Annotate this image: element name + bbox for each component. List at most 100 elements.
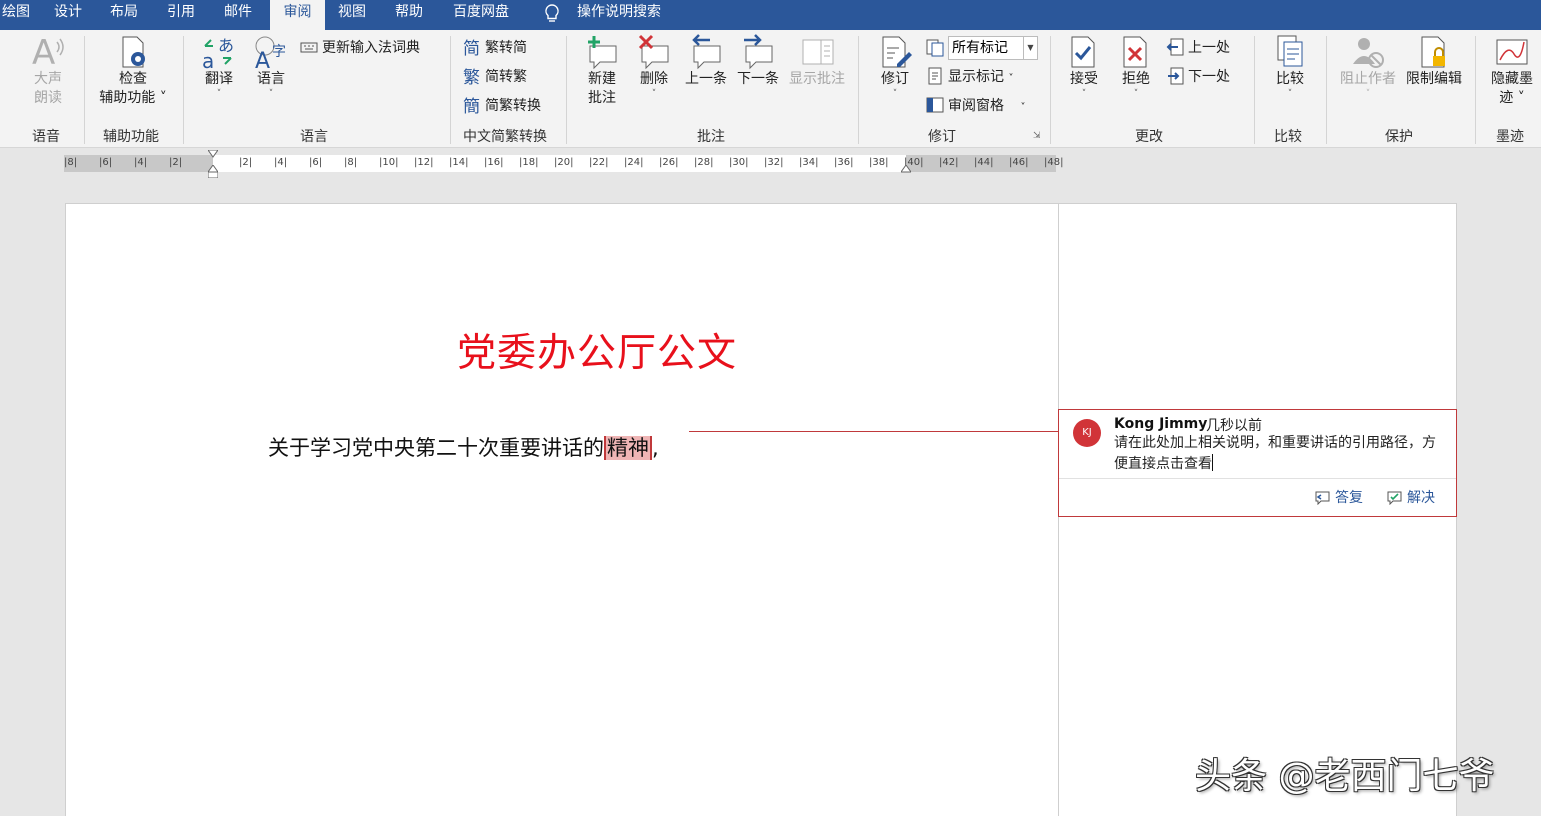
group-label-protect: 保护 <box>1385 129 1413 145</box>
accept-button[interactable]: 接受 ˅ <box>1064 34 1104 99</box>
check-accessibility-label-1: 检查 <box>119 71 147 87</box>
group-label-ink: 墨迹 <box>1496 129 1524 145</box>
comment-balloon[interactable]: KJ Kong Jimmy 几秒以前 请在此处加上相关说明，和重要讲话的引用路径… <box>1058 409 1457 517</box>
group-separator <box>84 36 85 144</box>
new-comment-label-2: 批注 <box>588 90 616 106</box>
comment-text[interactable]: 请在此处加上相关说明，和重要讲话的引用路径，方便直接点击查看 <box>1114 433 1444 475</box>
chevron-down-icon: ▼ <box>1023 37 1037 59</box>
tab-references[interactable]: 引用 <box>165 0 197 30</box>
compare-icon <box>1272 34 1308 70</box>
group-separator <box>1326 36 1327 144</box>
compare-button[interactable]: 比较 ˅ <box>1270 34 1310 99</box>
translate-button[interactable]: aあ 翻译 ˅ <box>198 34 240 99</box>
tab-help[interactable]: 帮助 <box>393 0 425 30</box>
restrict-editing-label: 限制编辑 <box>1406 71 1462 87</box>
ruler-tick-label: |42| <box>939 157 959 168</box>
next-change-icon <box>1166 67 1184 85</box>
show-markup-button[interactable]: 显示标记 ˅ <box>926 66 1013 88</box>
simplified-char-icon: 简 <box>463 38 481 59</box>
ruler-tick-label: |38| <box>869 157 889 168</box>
right-indent-marker[interactable] <box>901 165 911 173</box>
show-markup-label: 显示标记 <box>948 69 1004 85</box>
traditional-char-icon: 繁 <box>463 67 481 88</box>
block-authors-button[interactable]: 阻止作者 ˅ <box>1336 34 1400 99</box>
ruler-tick-label: |44| <box>974 157 994 168</box>
tab-baidu-netdisk[interactable]: 百度网盘 <box>451 0 511 30</box>
track-changes-button[interactable]: 修订 ˅ <box>876 34 914 99</box>
show-comments-button[interactable]: 显示批注 <box>786 34 848 89</box>
tab-layout[interactable]: 布局 <box>108 0 140 30</box>
reply-label: 答复 <box>1335 490 1363 506</box>
resolve-label: 解决 <box>1407 490 1435 506</box>
delete-comment-label: 删除 <box>640 71 668 87</box>
previous-change-icon <box>1166 38 1184 56</box>
tab-draw[interactable]: 绘图 <box>0 0 32 30</box>
convert-chinese-button[interactable]: 簡简繁转换 <box>463 95 541 117</box>
tab-mailings[interactable]: 邮件 <box>222 0 254 30</box>
language-button[interactable]: A字 语言 ˅ <box>251 34 291 99</box>
block-authors-icon <box>1350 34 1386 70</box>
reply-button[interactable]: 答复 <box>1313 487 1363 507</box>
update-ime-dictionary-button[interactable]: 更新输入法词典 <box>300 37 420 59</box>
new-comment-button[interactable]: 新建 批注 <box>581 34 623 108</box>
document-title[interactable]: 党委办公厅公文 <box>457 322 737 378</box>
chevron-down-icon: ˅ <box>1008 73 1014 84</box>
read-aloud-button[interactable]: A 大声 朗读 <box>20 33 76 108</box>
ruler-tick-label: |12| <box>414 157 434 168</box>
track-changes-label: 修订 <box>881 71 909 87</box>
menu-bar: 绘图 设计 布局 引用 邮件 审阅 视图 帮助 百度网盘 操作说明搜索 <box>0 0 1541 30</box>
ruler-tick-label: |32| <box>764 157 784 168</box>
tab-design[interactable]: 设计 <box>52 0 84 30</box>
markup-display-icon <box>926 39 944 57</box>
translate-label: 翻译 <box>205 71 233 87</box>
svg-text:簡: 簡 <box>463 97 480 114</box>
reviewing-pane-button[interactable]: 审阅窗格 ˅ <box>926 95 1025 117</box>
left-indent-marker[interactable] <box>208 172 218 178</box>
resolve-button[interactable]: 解决 <box>1385 487 1435 507</box>
tell-me-search[interactable]: 操作说明搜索 <box>575 0 663 30</box>
reviewing-pane-label: 审阅窗格 <box>948 98 1004 114</box>
check-accessibility-button[interactable]: 检查 辅助功能 ˅ <box>94 34 172 108</box>
first-line-indent-marker[interactable] <box>208 150 218 158</box>
chevron-down-icon: ˅ <box>216 89 222 99</box>
hide-ink-button[interactable]: 隐藏墨 迹 ˅ <box>1486 34 1538 108</box>
document-page[interactable]: 党委办公厅公文 关于学习党中央第二十次重要讲话的 精神, KJ Kong Jimm… <box>65 203 1457 816</box>
next-change-button[interactable]: 下一处 <box>1166 66 1230 88</box>
paragraph-punctuation: , <box>652 436 659 460</box>
delete-comment-icon <box>636 34 672 70</box>
next-comment-button[interactable]: 下一条 <box>735 34 781 89</box>
paragraph-text: 关于学习党中央第二十次重要讲话的 <box>268 436 604 460</box>
display-for-review-value: 所有标记 <box>952 40 1008 56</box>
comment-body: 请在此处加上相关说明，和重要讲话的引用路径，方便直接点击查看 <box>1114 435 1436 472</box>
ruler-tick-label: |30| <box>729 157 749 168</box>
restrict-editing-button[interactable]: 限制编辑 <box>1402 34 1466 89</box>
text-cursor <box>1212 454 1213 471</box>
group-label-tracking: 修订 <box>928 129 956 145</box>
update-ime-dictionary-label: 更新输入法词典 <box>322 40 420 56</box>
ruler-tick-label: |8| <box>344 157 358 168</box>
group-separator <box>1050 36 1051 144</box>
lightbulb-icon <box>545 4 559 22</box>
to-simplified-button[interactable]: 简繁转简 <box>463 37 527 59</box>
comment-connector-line <box>689 431 1059 432</box>
translate-icon: aあ <box>201 34 237 73</box>
group-label-accessibility: 辅助功能 <box>103 129 159 145</box>
delete-comment-button[interactable]: 删除 ˅ <box>633 34 675 99</box>
horizontal-ruler[interactable]: |8| |6| |4| |2| |2| |4| |6| |8| |10| |12| |14| |16|… <box>64 150 1063 178</box>
dialog-launcher-icon[interactable]: ⇲ <box>1033 131 1041 141</box>
chevron-down-icon: ˅ <box>1133 89 1139 99</box>
tab-view[interactable]: 视图 <box>336 0 368 30</box>
comment-divider <box>1059 478 1456 479</box>
reject-button[interactable]: 拒绝 ˅ <box>1116 34 1156 99</box>
chevron-down-icon: ˅ <box>1020 102 1026 113</box>
to-traditional-button[interactable]: 繁简转繁 <box>463 66 527 88</box>
group-label-compare: 比较 <box>1274 129 1302 145</box>
document-paragraph[interactable]: 关于学习党中央第二十次重要讲话的 精神, <box>268 432 659 462</box>
display-for-review-select[interactable]: 所有标记 ▼ <box>948 36 1038 60</box>
svg-text:a: a <box>202 49 214 70</box>
tab-review[interactable]: 审阅 <box>270 0 325 30</box>
hide-ink-label-2: 迹 ˅ <box>1499 90 1525 106</box>
previous-comment-button[interactable]: 上一条 <box>683 34 729 89</box>
commented-text-highlight[interactable]: 精神 <box>604 436 652 460</box>
previous-change-button[interactable]: 上一处 <box>1166 37 1230 59</box>
